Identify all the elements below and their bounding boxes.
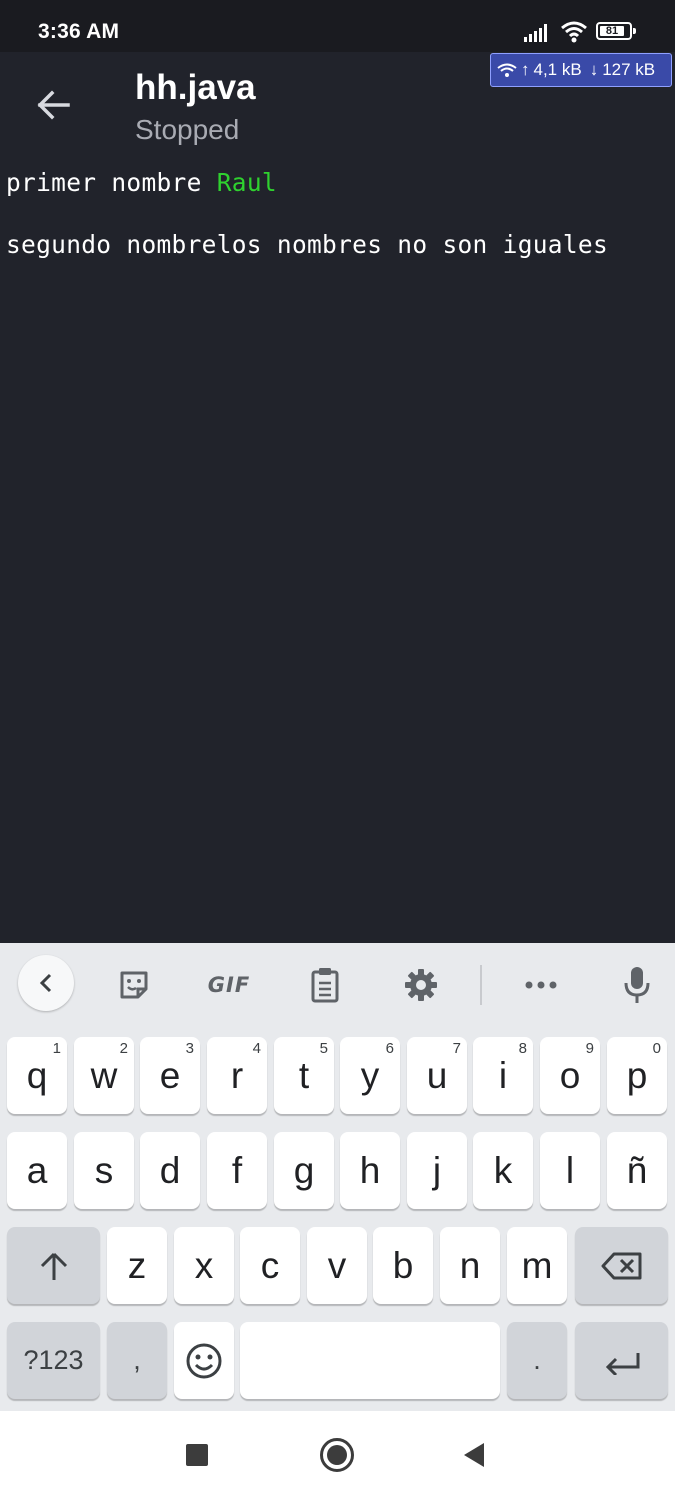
console-output[interactable]: primer nombre Raul segundo nombrelos nom… <box>6 166 608 262</box>
battery-level: 81 <box>605 25 619 37</box>
signal-icon <box>524 24 547 42</box>
symbols-key[interactable]: ?123 <box>7 1322 100 1399</box>
console-line: segundo nombrelos nombres no son iguales <box>6 230 609 259</box>
file-title: hh.java <box>135 68 256 107</box>
key-l[interactable]: l <box>540 1132 600 1209</box>
key-d[interactable]: d <box>140 1132 200 1209</box>
shift-arrow-icon <box>40 1252 67 1280</box>
more-icon <box>525 981 557 989</box>
gear-icon <box>405 969 437 1001</box>
period-key[interactable]: . <box>507 1322 567 1399</box>
sticker-icon <box>120 971 148 999</box>
system-nav-bar <box>0 1411 675 1500</box>
console-user-input: Raul <box>216 168 277 197</box>
backspace-key[interactable] <box>575 1227 668 1304</box>
shift-key[interactable] <box>7 1227 100 1304</box>
key-t[interactable]: t5 <box>274 1037 334 1114</box>
chevron-left-icon <box>39 973 52 993</box>
enter-icon <box>605 1352 639 1375</box>
key-i[interactable]: i8 <box>473 1037 533 1114</box>
recents-icon[interactable] <box>186 1444 208 1466</box>
back-button[interactable] <box>30 82 76 128</box>
space-key[interactable] <box>240 1322 500 1399</box>
settings-button[interactable] <box>398 957 444 1013</box>
key-h[interactable]: h <box>340 1132 400 1209</box>
back-triangle-icon[interactable] <box>462 1442 486 1468</box>
soft-keyboard: GIF q 1 w 2 e 3 r 4 t 5 y 6 u 7 i 8 o 9 … <box>0 943 675 1411</box>
sticker-button[interactable] <box>110 957 158 1013</box>
key-p[interactable]: p0 <box>607 1037 667 1114</box>
key-r[interactable]: r4 <box>207 1037 267 1114</box>
comma-key[interactable]: , <box>107 1322 167 1399</box>
wifi-icon <box>561 21 587 43</box>
enter-key[interactable] <box>575 1322 668 1399</box>
status-time: 3:36 AM <box>38 20 120 43</box>
key-a[interactable]: a <box>7 1132 67 1209</box>
key-s[interactable]: s <box>74 1132 134 1209</box>
key-o[interactable]: o9 <box>540 1037 600 1114</box>
mic-icon <box>624 967 650 1003</box>
collapse-button[interactable] <box>18 955 74 1011</box>
toolbar-divider <box>480 965 482 1005</box>
key-m[interactable]: m <box>507 1227 567 1304</box>
key-c[interactable]: c <box>240 1227 300 1304</box>
key-b[interactable]: b <box>373 1227 433 1304</box>
key-f[interactable]: f <box>207 1132 267 1209</box>
emoji-key[interactable] <box>174 1322 234 1399</box>
key-n[interactable]: n <box>440 1227 500 1304</box>
more-button[interactable] <box>518 957 564 1013</box>
key-enye[interactable]: ñ <box>607 1132 667 1209</box>
keyboard-toolbar: GIF <box>0 943 675 1027</box>
key-k[interactable]: k <box>473 1132 533 1209</box>
console-prompt: primer nombre <box>6 168 217 197</box>
key-e[interactable]: e3 <box>140 1037 200 1114</box>
clipboard-button[interactable] <box>302 957 348 1013</box>
console-line: primer nombre Raul <box>6 166 608 200</box>
key-x[interactable]: x <box>174 1227 234 1304</box>
key-v[interactable]: v <box>307 1227 367 1304</box>
run-status: Stopped <box>135 114 240 145</box>
emoji-icon <box>186 1343 222 1378</box>
backspace-icon <box>601 1252 641 1279</box>
key-u[interactable]: u7 <box>407 1037 467 1114</box>
voice-input-button[interactable] <box>614 957 660 1013</box>
home-icon[interactable] <box>320 1438 354 1472</box>
app-bar: hh.java Stopped <box>0 52 675 160</box>
battery-icon: 81 <box>596 22 636 40</box>
gif-button[interactable]: GIF <box>200 957 258 1013</box>
key-z[interactable]: z <box>107 1227 167 1304</box>
key-y[interactable]: y6 <box>340 1037 400 1114</box>
status-bar: 3:36 AM 81 <box>0 0 675 52</box>
key-w[interactable]: w2 <box>74 1037 134 1114</box>
key-q[interactable]: q1 <box>7 1037 67 1114</box>
clipboard-icon <box>311 968 339 1003</box>
key-j[interactable]: j <box>407 1132 467 1209</box>
arrow-left-icon <box>37 90 70 120</box>
key-g[interactable]: g <box>274 1132 334 1209</box>
